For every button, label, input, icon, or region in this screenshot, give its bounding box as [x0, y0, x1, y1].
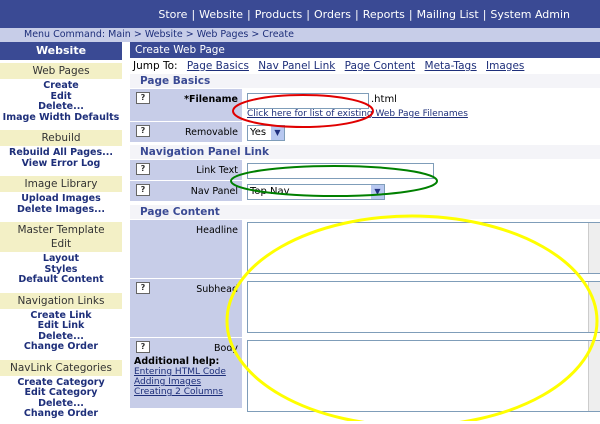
jump-link-meta-tags[interactable]: Meta-Tags: [425, 60, 477, 72]
jump-link-images[interactable]: Images: [486, 60, 524, 72]
sidebar-heading-navigation-links: Navigation Links: [0, 292, 122, 309]
filename-suffix: .html: [371, 94, 397, 105]
help-icon[interactable]: ?: [136, 125, 150, 137]
removable-value: Yes: [250, 127, 267, 138]
sidebar-link-delete[interactable]: Delete...: [0, 101, 122, 113]
sidebar-link-change-order[interactable]: Change Order: [0, 341, 122, 353]
filename-input[interactable]: [247, 93, 369, 109]
sidebar-link-image-width-defaults[interactable]: Image Width Defaults: [0, 112, 122, 124]
help-icon[interactable]: ?: [136, 184, 150, 196]
additional-help-label: Additional help:: [134, 356, 220, 367]
topnav-orders[interactable]: Orders: [314, 8, 351, 21]
topnav-website[interactable]: Website: [199, 8, 243, 21]
sidebar: Website Web Pages Create Edit Delete... …: [0, 42, 122, 421]
chevron-down-icon: ▼: [371, 185, 384, 199]
page-title: Create Web Page: [130, 42, 600, 58]
nav-panel-label: Nav Panel: [190, 186, 238, 197]
body-label: Body: [214, 343, 238, 354]
topnav-reports[interactable]: Reports: [363, 8, 405, 21]
help-link-two-columns[interactable]: Creating 2 Columns: [134, 387, 226, 397]
removable-select[interactable]: Yes ▼: [247, 125, 285, 141]
sidebar-link-layout[interactable]: Layout: [0, 253, 122, 265]
section-page-basics: Page Basics: [130, 74, 600, 88]
subhead-textarea[interactable]: [247, 281, 600, 333]
sidebar-link-edit-category[interactable]: Edit Category: [0, 387, 122, 399]
body-textarea[interactable]: [247, 340, 600, 412]
jump-link-page-content[interactable]: Page Content: [345, 60, 416, 72]
sidebar-link-edit-link[interactable]: Edit Link: [0, 320, 122, 332]
jump-link-nav-panel[interactable]: Nav Panel Link: [258, 60, 335, 72]
breadcrumb: Menu Command: Main > Website > Web Pages…: [24, 29, 294, 40]
nav-panel-select[interactable]: Top Nav ▼: [247, 184, 385, 200]
top-nav: Store | Website | Products | Orders | Reports | Ma…: [158, 8, 570, 21]
sidebar-link-delete-images[interactable]: Delete Images...: [0, 204, 122, 216]
link-text-row: ? Link Text: [130, 159, 600, 180]
sidebar-heading-web-pages: Web Pages: [0, 63, 122, 79]
section-nav-panel: Navigation Panel Link: [130, 145, 600, 159]
help-icon[interactable]: ?: [136, 92, 150, 104]
body-row: ? Body Additional help: Entering HTML Co…: [130, 337, 600, 412]
nav-panel-value: Top Nav: [250, 186, 290, 197]
sidebar-heading-image-library: Image Library: [0, 176, 122, 192]
headline-textarea[interactable]: [247, 222, 600, 274]
sidebar-heading-navlink-categories: NavLink Categories: [0, 359, 122, 376]
link-text-label: Link Text: [196, 165, 238, 176]
nav-panel-row: ? Nav Panel Top Nav ▼: [130, 180, 600, 201]
scrollbar[interactable]: [588, 223, 600, 273]
sidebar-title: Website: [0, 42, 122, 60]
filename-row: ? *Filename .html Click here for list of…: [130, 88, 600, 121]
help-link-html-code[interactable]: Entering HTML Code: [134, 367, 226, 377]
sidebar-heading-rebuild: Rebuild: [0, 130, 122, 146]
topnav-products[interactable]: Products: [255, 8, 303, 21]
sidebar-link-view-error-log[interactable]: View Error Log: [0, 158, 122, 170]
help-icon[interactable]: ?: [136, 163, 150, 175]
filename-label: *Filename: [184, 94, 238, 105]
sidebar-link-change-category-order[interactable]: Change Order: [0, 408, 122, 420]
scrollbar[interactable]: [588, 341, 600, 411]
existing-filenames-link[interactable]: Click here for list of existing Web Page…: [247, 109, 468, 119]
main-panel: Create Web Page Jump To: Page Basics Nav…: [130, 42, 600, 421]
sidebar-link-default-content[interactable]: Default Content: [0, 274, 122, 286]
help-icon[interactable]: ?: [136, 282, 150, 294]
subhead-label: Subhead: [196, 284, 238, 295]
help-link-adding-images[interactable]: Adding Images: [134, 377, 226, 387]
sidebar-heading-master-template: Master Template Edit: [0, 222, 122, 252]
link-text-input[interactable]: [247, 163, 434, 179]
sidebar-link-create[interactable]: Create: [0, 80, 122, 92]
help-icon[interactable]: ?: [136, 341, 150, 353]
jump-label: Jump To:: [133, 60, 178, 72]
jump-link-page-basics[interactable]: Page Basics: [187, 60, 249, 72]
sidebar-link-rebuild-all[interactable]: Rebuild All Pages...: [0, 147, 122, 159]
sidebar-link-upload-images[interactable]: Upload Images: [0, 193, 122, 205]
headline-label: Headline: [196, 225, 238, 236]
chevron-down-icon: ▼: [271, 126, 284, 140]
headline-row: Headline: [130, 219, 600, 278]
topnav-system-admin[interactable]: System Admin: [490, 8, 570, 21]
topnav-store[interactable]: Store: [158, 8, 187, 21]
topnav-mailing-list[interactable]: Mailing List: [417, 8, 479, 21]
jump-bar: Jump To: Page Basics Nav Panel Link Page…: [130, 58, 600, 74]
section-page-content: Page Content: [130, 205, 600, 219]
top-nav-bar: Store | Website | Products | Orders | Reports | Ma…: [0, 0, 600, 28]
removable-label: Removable: [184, 127, 238, 138]
removable-row: ? Removable Yes ▼: [130, 121, 600, 142]
scrollbar[interactable]: [588, 282, 600, 332]
breadcrumb-bar: Menu Command: Main > Website > Web Pages…: [0, 28, 600, 42]
subhead-row: ? Subhead: [130, 278, 600, 337]
